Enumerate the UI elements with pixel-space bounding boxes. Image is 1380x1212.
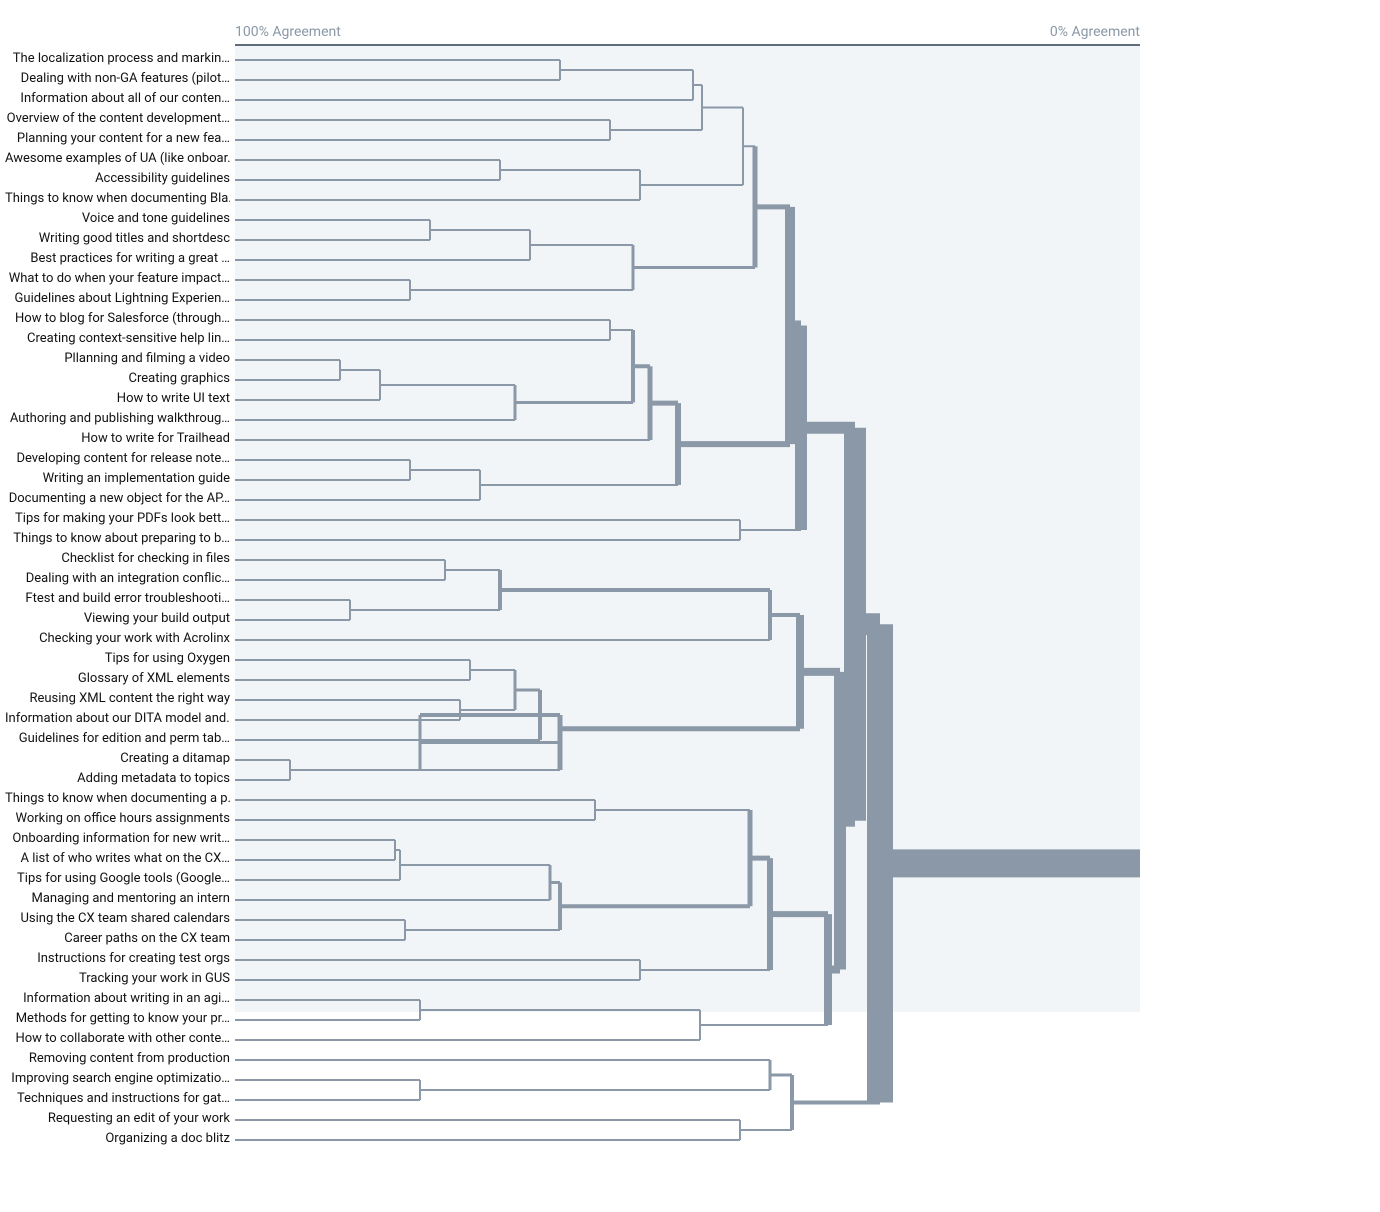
leaf-label: Methods for getting to know your pr… [5,1011,230,1026]
leaf-label: Tracking your work in GUS [5,971,230,986]
leaf-label: Ftest and build error troubleshooti… [5,591,230,606]
leaf-label: Requesting an edit of your work [5,1111,230,1126]
leaf-label: What to do when your feature impact… [5,271,230,286]
leaf-label: Improving search engine optimizatio… [5,1071,230,1086]
leaf-label: Creating graphics [5,371,230,386]
leaf-label: Things to know when documenting a p… [5,791,230,806]
leaf-label: Checklist for checking in files [5,551,230,566]
leaf-label: Viewing your build output [5,611,230,626]
leaf-label: Dealing with non-GA features (pilot… [5,71,230,86]
leaf-label: Career paths on the CX team [5,931,230,946]
leaf-label: How to collaborate with other conte… [5,1031,230,1046]
leaf-label: Information about writing in an agi… [5,991,230,1006]
leaf-label: Accessibility guidelines [5,171,230,186]
leaf-label: Removing content from production [5,1051,230,1066]
leaf-label: Using the CX team shared calendars [5,911,230,926]
leaf-label: Guidelines about Lightning Experien… [5,291,230,306]
leaf-label: Organizing a doc blitz [5,1131,230,1146]
leaf-label: Adding metadata to topics [5,771,230,786]
leaf-label: Things to know about preparing to b… [5,531,230,546]
leaf-label: Information about our DITA model and… [5,711,230,726]
leaf-label: A list of who writes what on the CX… [5,851,230,866]
leaf-label: Glossary of XML elements [5,671,230,686]
leaf-label: Documenting a new object for the AP… [5,491,230,506]
leaf-label: Pllanning and filming a video [5,351,230,366]
leaf-label: Authoring and publishing walkthroug… [5,411,230,426]
leaf-label: Voice and tone guidelines [5,211,230,226]
leaf-label: How to blog for Salesforce (through… [5,311,230,326]
leaf-label: Instructions for creating test orgs [5,951,230,966]
leaf-label: Dealing with an integration conflic… [5,571,230,586]
leaf-label: Managing and mentoring an intern [5,891,230,906]
leaf-label: Creating a ditamap [5,751,230,766]
leaf-label: Writing good titles and shortdesc [5,231,230,246]
leaf-label: How to write UI text [5,391,230,406]
leaf-label: Checking your work with Acrolinx [5,631,230,646]
leaf-label: Planning your content for a new fea… [5,131,230,146]
leaf-label: Overview of the content development… [5,111,230,126]
leaf-label: Writing an implementation guide [5,471,230,486]
leaf-label: How to write for Trailhead [5,431,230,446]
leaf-label: Tips for making your PDFs look bett… [5,511,230,526]
leaf-label: Techniques and instructions for gat… [5,1091,230,1106]
leaf-label: Creating context-sensitive help lin… [5,331,230,346]
leaf-label: Awesome examples of UA (like onboar… [5,151,230,166]
leaf-label: Developing content for release note… [5,451,230,466]
leaf-label: Tips for using Oxygen [5,651,230,666]
leaf-label: Guidelines for edition and perm tab… [5,731,230,746]
leaf-label: Things to know when documenting Bla… [5,191,230,206]
leaf-label: Tips for using Google tools (Google… [5,871,230,886]
leaf-label: The localization process and markin… [5,51,230,66]
leaf-label: Working on office hours assignments [5,811,230,826]
leaf-label: Best practices for writing a great … [5,251,230,266]
leaf-label: Reusing XML content the right way [5,691,230,706]
leaf-label: Onboarding information for new writ… [5,831,230,846]
leaf-label: Information about all of our conten… [5,91,230,106]
